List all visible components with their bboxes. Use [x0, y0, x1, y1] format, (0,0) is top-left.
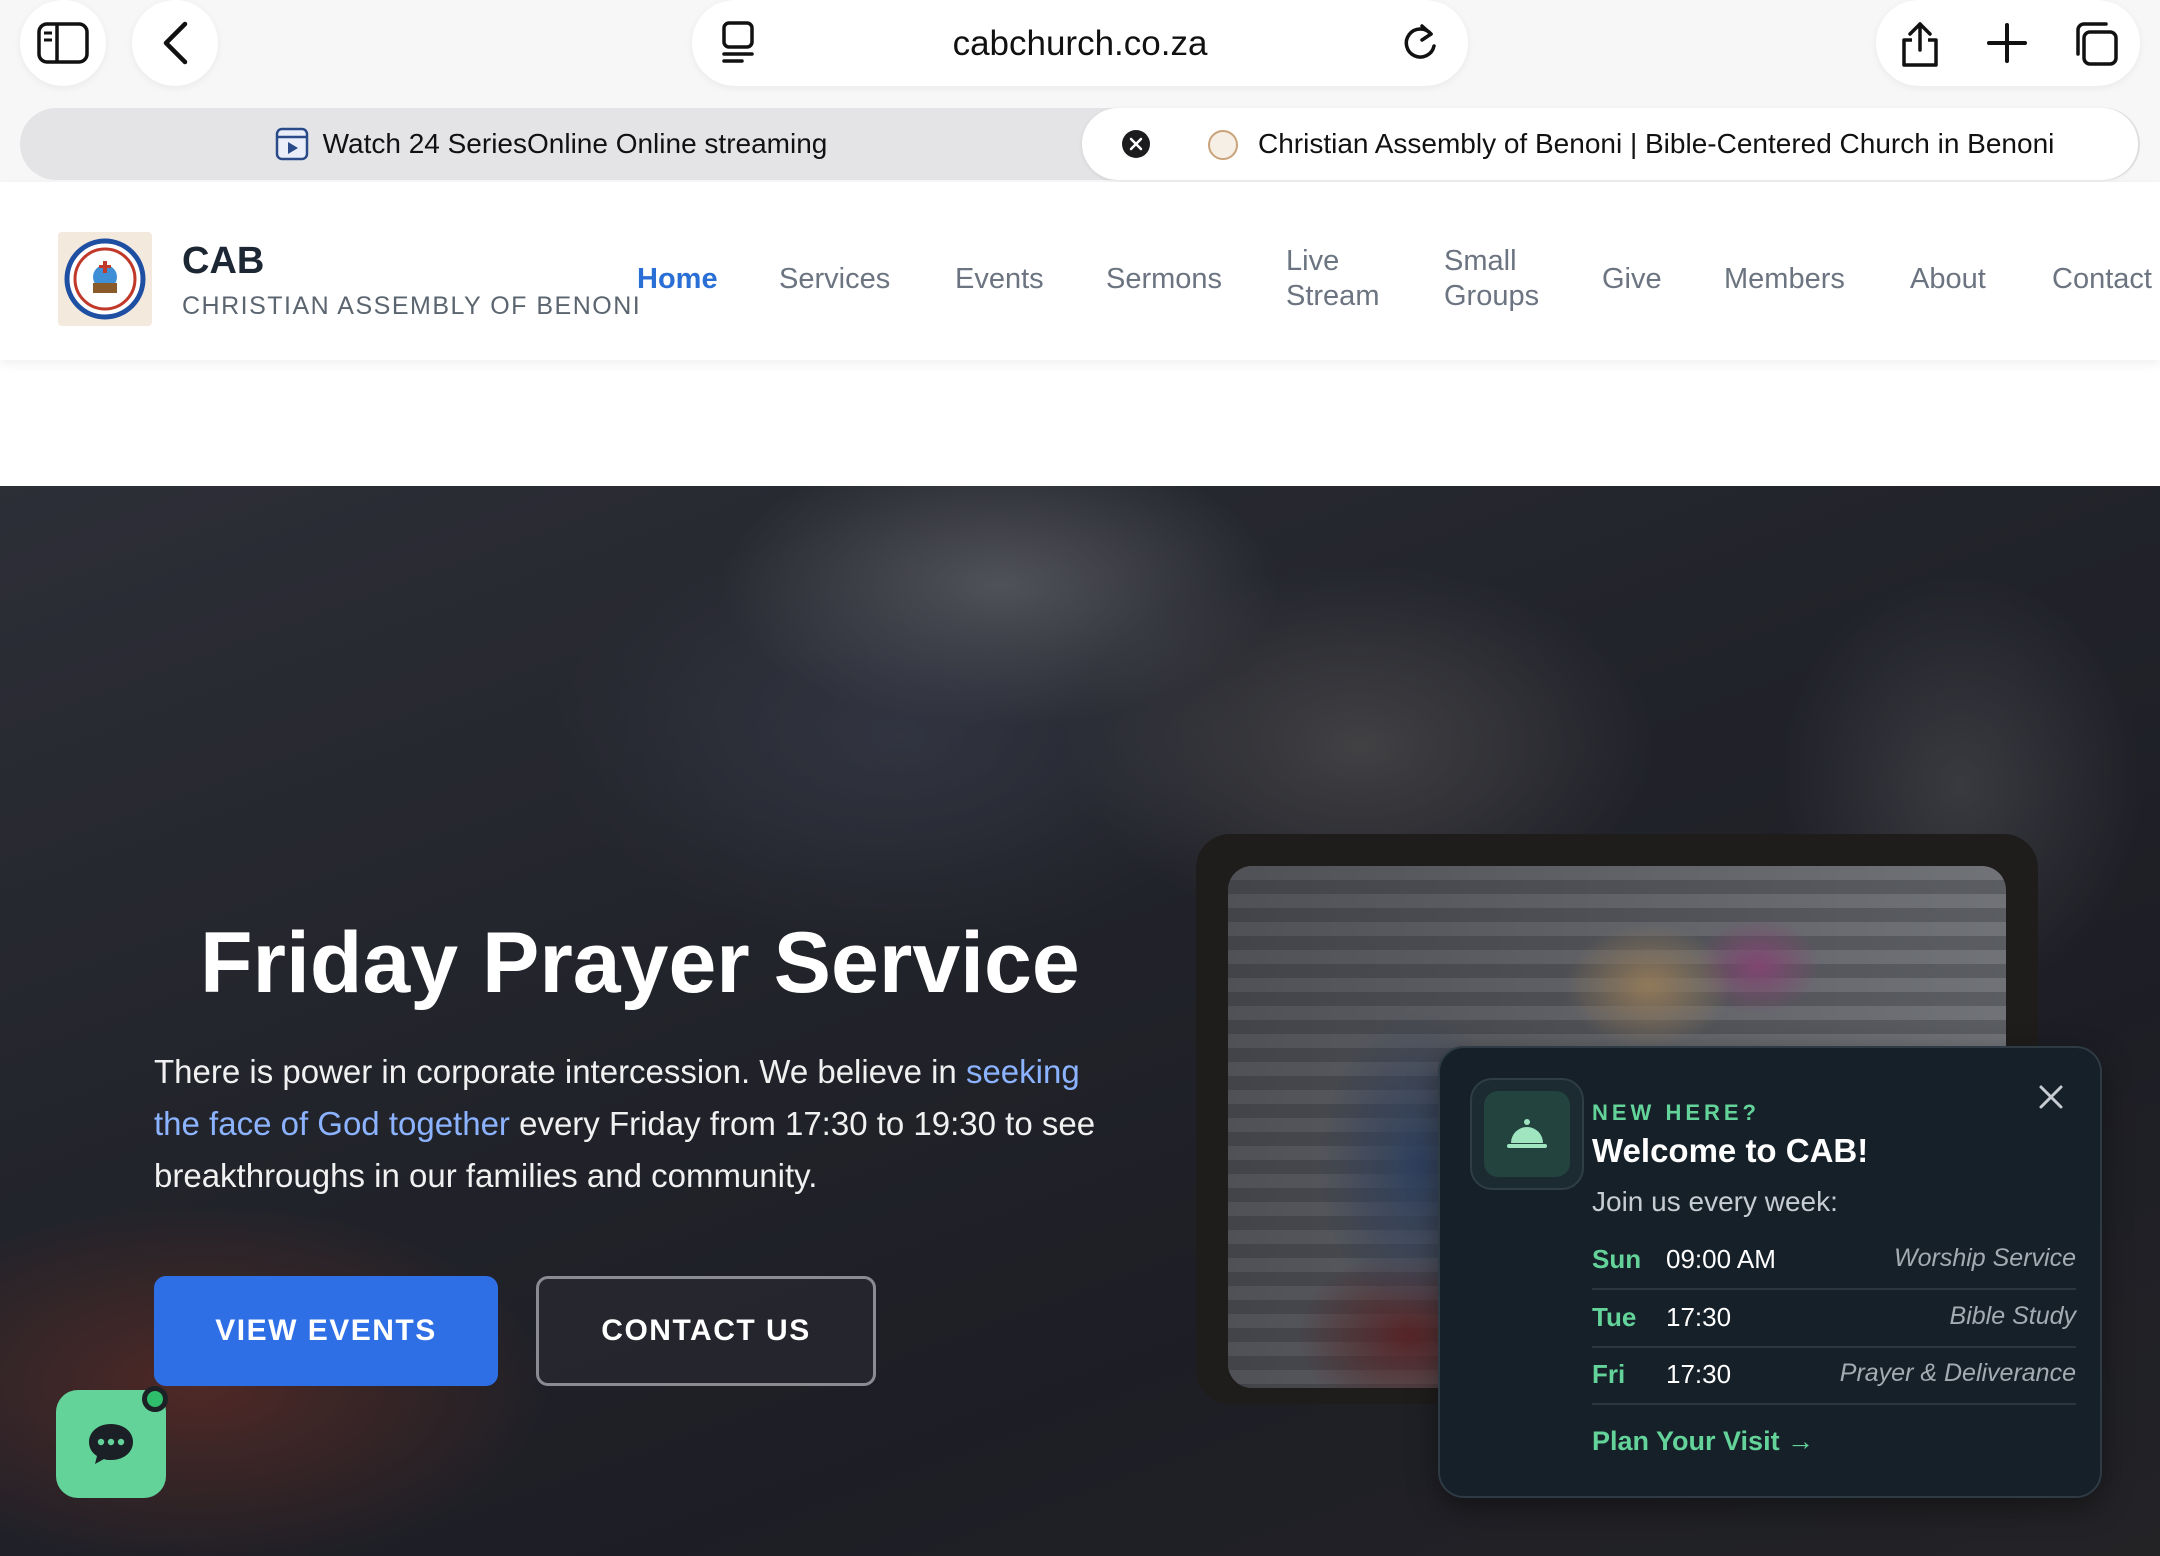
tab-title: Watch 24 SeriesOnline Online streaming [322, 128, 828, 159]
schedule-row: Sun 09:00 AM Worship Service [1592, 1234, 2076, 1290]
video-favicon-icon [275, 127, 308, 161]
nav-contact[interactable]: Contact [2052, 262, 2152, 297]
contact-us-button[interactable]: CONTACT US [536, 1276, 876, 1386]
nav-label-line1: Live [1286, 245, 1340, 277]
tab-bar: Watch 24 SeriesOnline Online streaming C… [20, 108, 2140, 180]
address-bar[interactable]: cabchurch.co.za [692, 0, 1468, 86]
schedule-row: Fri 17:30 Prayer & Deliverance [1592, 1349, 2076, 1405]
tab-title: Christian Assembly of Benoni | Bible-Cen… [1258, 128, 2055, 159]
welcome-popup: NEW HERE? Welcome to CAB! Join us every … [1438, 1046, 2102, 1498]
nav-events[interactable]: Events [955, 262, 1044, 297]
tab-cab-church[interactable]: Christian Assembly of Benoni | Bible-Cen… [1082, 108, 2138, 180]
brand-name[interactable]: CAB [182, 240, 264, 283]
hero-title: Friday Prayer Service [200, 915, 1080, 1011]
site-header: CAB CHRISTIAN ASSEMBLY OF BENONI Home Se… [0, 182, 2160, 360]
new-tab-icon[interactable] [1986, 22, 2028, 69]
reload-icon[interactable] [1400, 20, 1440, 69]
close-tab-icon[interactable] [1122, 130, 1150, 158]
schedule-time: 09:00 AM [1666, 1244, 1776, 1274]
tabs-overview-icon[interactable] [2072, 20, 2120, 73]
plan-visit-link[interactable]: Plan Your Visit → [1592, 1426, 1814, 1457]
nav-sermons[interactable]: Sermons [1106, 262, 1222, 297]
chat-bubble-icon [89, 1424, 133, 1464]
back-button[interactable] [132, 0, 218, 86]
welcome-subtitle: Join us every week: [1592, 1186, 1838, 1217]
service-bell-icon [1507, 1119, 1547, 1148]
nav-home[interactable]: Home [637, 262, 718, 297]
sidebar-icon [37, 22, 89, 64]
nav-label-line2: Stream [1286, 280, 1380, 312]
hero-text-start: There is power in corporate intercession… [154, 1053, 966, 1090]
church-favicon-icon [1208, 130, 1238, 160]
nav-members[interactable]: Members [1724, 262, 1845, 297]
schedule-day: Sun [1592, 1244, 1642, 1274]
share-icon[interactable] [1898, 20, 1942, 73]
nav-small-groups[interactable]: Small Groups [1444, 244, 1539, 314]
nav-give[interactable]: Give [1602, 262, 1662, 297]
schedule-row: Tue 17:30 Bible Study [1592, 1292, 2076, 1348]
nav-label-line1: Small [1444, 245, 1517, 277]
welcome-kicker: NEW HERE? [1592, 1100, 1760, 1125]
schedule-day: Tue [1592, 1302, 1637, 1332]
browser-actions [1876, 0, 2140, 86]
nav-live-stream[interactable]: Live Stream [1286, 244, 1379, 314]
sidebar-toggle-button[interactable] [20, 0, 106, 86]
welcome-title: Welcome to CAB! [1592, 1132, 1869, 1169]
schedule-service: Prayer & Deliverance [1839, 1359, 2076, 1387]
browser-chrome: cabchurch.co.za Watch 24 SeriesOnline On… [0, 0, 2160, 182]
church-logo[interactable] [58, 232, 152, 326]
brand-subtitle: CHRISTIAN ASSEMBLY OF BENONI [182, 292, 642, 320]
online-status-dot [142, 1386, 168, 1412]
nav-label-line2: Groups [1444, 280, 1540, 312]
tab-watch-24[interactable]: Watch 24 SeriesOnline Online streaming [20, 108, 1082, 180]
close-icon[interactable] [2038, 1084, 2064, 1115]
schedule-service: Worship Service [1894, 1244, 2076, 1272]
back-icon [163, 21, 188, 65]
view-events-button[interactable]: VIEW EVENTS [154, 1276, 498, 1386]
schedule-time: 17:30 [1666, 1359, 1732, 1389]
schedule-time: 17:30 [1666, 1302, 1732, 1332]
schedule-day: Fri [1592, 1359, 1626, 1389]
schedule-service: Bible Study [1949, 1302, 2076, 1330]
url-text: cabchurch.co.za [952, 24, 1208, 63]
nav-services[interactable]: Services [779, 262, 890, 297]
welcome-icon-box [1470, 1078, 1584, 1190]
nav-about[interactable]: About [1910, 262, 1986, 297]
hero-description: There is power in corporate intercession… [154, 1046, 1114, 1202]
